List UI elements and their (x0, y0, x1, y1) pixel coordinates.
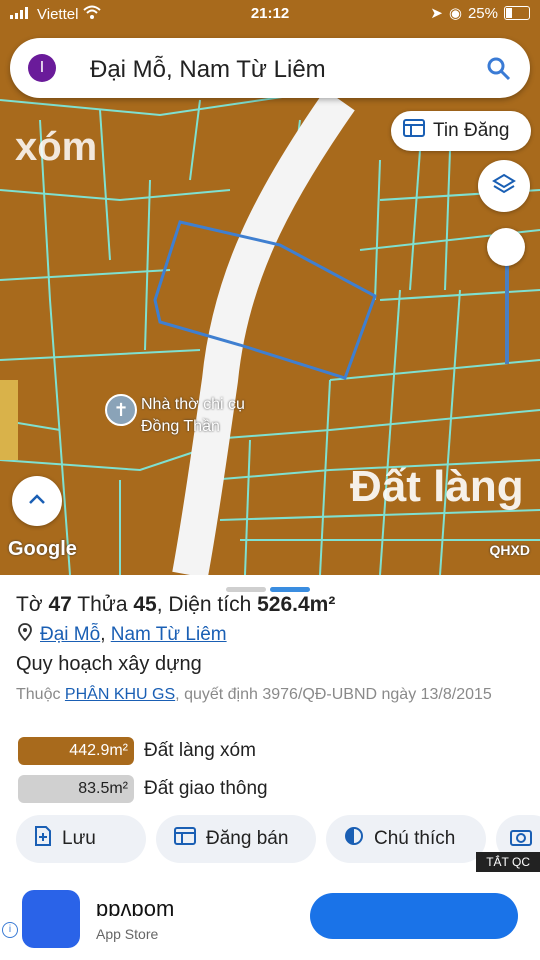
expand-up-button[interactable] (12, 476, 62, 526)
save-button[interactable]: Lưu (16, 815, 146, 863)
map-label-dat-lang: Đất làng (350, 462, 524, 511)
listing-icon (403, 119, 425, 143)
layers-button[interactable] (478, 160, 530, 212)
add-photo-icon (510, 826, 532, 852)
thuoc-suffix: , quyết định 3976/QĐ-UBND ngày 13/8/2015 (175, 686, 492, 703)
battery-percent: 25% (467, 4, 498, 22)
action-buttons: Lưu Đăng bán Chú thích (16, 815, 540, 863)
search-bar[interactable]: I Đại Mỗ, Nam Từ Liêm (10, 38, 530, 98)
status-bar: Viettel 21:12 ➤ ◉ 25% (0, 0, 540, 28)
land-use-area: 83.5m² (18, 775, 134, 803)
ad-install-button[interactable] (310, 893, 518, 939)
sell-label: Đăng bán (206, 828, 289, 849)
dien-tich-label: , Diện tích (156, 593, 252, 616)
land-use-label: Đất làng xóm (144, 740, 256, 761)
parcel-title: Tờ 47 Thửa 45, Diện tích 526.4m² (16, 593, 335, 617)
land-use-label: Đất giao thông (144, 778, 268, 799)
hide-ads-button[interactable]: TẮT QC (476, 852, 540, 872)
church-icon: ✝ (105, 394, 137, 426)
tin-dang-button[interactable]: Tin Đăng (391, 111, 531, 151)
tin-dang-label: Tin Đăng (433, 120, 510, 141)
parcel-address: Đại Mỗ, Nam Từ Liêm (18, 623, 227, 647)
contrast-icon (344, 826, 364, 852)
opacity-slider-handle[interactable] (487, 228, 525, 266)
google-logo: Google (8, 538, 77, 560)
chevron-up-icon (27, 492, 47, 511)
lock-rotation-icon: ◉ (448, 5, 462, 22)
land-use-area: 442.9m² (18, 737, 134, 765)
title-prefix: Tờ (16, 593, 43, 616)
legend-label: Chú thích (374, 828, 456, 849)
section-title: Quy hoạch xây dựng (16, 653, 202, 675)
ad-store-label: App Store (96, 926, 159, 942)
location-icon: ➤ (430, 5, 443, 22)
app-logo[interactable]: I (28, 54, 56, 82)
land-use-row: 83.5m² Đất giao thông (18, 775, 268, 803)
ad-app-icon[interactable] (22, 890, 80, 948)
thua-label: Thửa (77, 593, 128, 616)
place-name: Nhà thờ chi cụ Đồng Thần (141, 396, 245, 435)
ward-link[interactable]: Đại Mỗ (40, 624, 100, 645)
district-link[interactable]: Nam Từ Liêm (111, 624, 227, 645)
layer-code: QHXD (489, 542, 530, 558)
legend-button[interactable]: Chú thích (326, 815, 486, 863)
parcel-area: 526.4m² (257, 593, 336, 616)
listing-icon (174, 827, 196, 851)
map-label-xom: xóm (15, 125, 98, 169)
ad-app-name: ɒɒᴧɒom (96, 896, 175, 921)
parcel-info-sheet: Tờ 47 Thửa 45, Diện tích 526.4m² Đại Mỗ,… (0, 575, 540, 960)
to-number: 47 (48, 593, 72, 616)
layers-icon (492, 172, 516, 201)
thua-number: 45 (133, 593, 157, 616)
search-input[interactable]: Đại Mỗ, Nam Từ Liêm (90, 56, 326, 84)
search-icon[interactable] (486, 56, 512, 87)
thuoc-prefix: Thuộc (16, 686, 65, 703)
land-use-row: 442.9m² Đất làng xóm (18, 737, 256, 765)
add-bookmark-icon (34, 826, 52, 852)
planning-reference: Thuộc PHÂN KHU GS, quyết định 3976/QĐ-UB… (16, 682, 521, 707)
save-label: Lưu (62, 828, 96, 849)
ad-banner[interactable]: i ɒɒᴧɒom App Store (0, 878, 540, 960)
sell-button[interactable]: Đăng bán (156, 815, 316, 863)
addr-separator: , (100, 624, 111, 645)
ad-info-icon[interactable]: i (2, 922, 18, 938)
phan-khu-link[interactable]: PHÂN KHU GS (65, 686, 175, 703)
battery-icon (504, 6, 530, 20)
location-pin-icon (18, 623, 32, 647)
